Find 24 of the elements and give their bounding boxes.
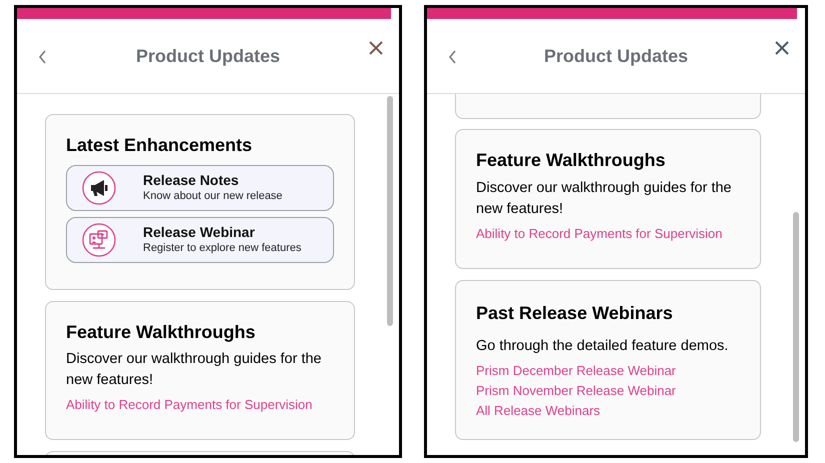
card-title: Past Release Webinars xyxy=(476,302,674,324)
webinar-link[interactable]: All Release Webinars xyxy=(476,401,740,422)
panel-title: Product Updates xyxy=(544,44,688,68)
close-button[interactable] xyxy=(773,39,791,57)
card-description: Discover our walkthrough guides for the new features! xyxy=(66,350,322,390)
resource-button[interactable]: Release Webinar Register to explore new features xyxy=(66,216,334,263)
card-title: Feature Walkthroughs xyxy=(66,322,256,344)
webinar-link[interactable]: Prism November Release Webinar xyxy=(476,381,740,402)
close-button[interactable] xyxy=(367,39,385,57)
panel-title: Product Updates xyxy=(136,44,280,68)
card-description: Discover our walkthrough guides for the new features! xyxy=(476,178,732,219)
webinar-link[interactable]: Prism December Release Webinar xyxy=(476,361,740,382)
card-description: Go through the detailed feature demos. xyxy=(476,337,730,356)
scrollbar-thumb[interactable] xyxy=(793,212,799,442)
webinar-link[interactable]: Ability to Record Payments for Supervision xyxy=(476,224,740,244)
megaphone-icon xyxy=(82,170,116,205)
back-button[interactable] xyxy=(447,49,457,65)
webinar-icon xyxy=(82,222,116,257)
back-button[interactable] xyxy=(37,49,47,65)
resource-button[interactable]: Release Notes Know about our new release xyxy=(66,164,334,211)
card-title: Feature Walkthroughs xyxy=(476,150,666,172)
scrollbar-thumb[interactable] xyxy=(387,96,393,326)
card-title: Latest Enhancements xyxy=(66,135,254,157)
webinar-link[interactable]: Ability to Record Payments for Supervision xyxy=(66,395,334,416)
